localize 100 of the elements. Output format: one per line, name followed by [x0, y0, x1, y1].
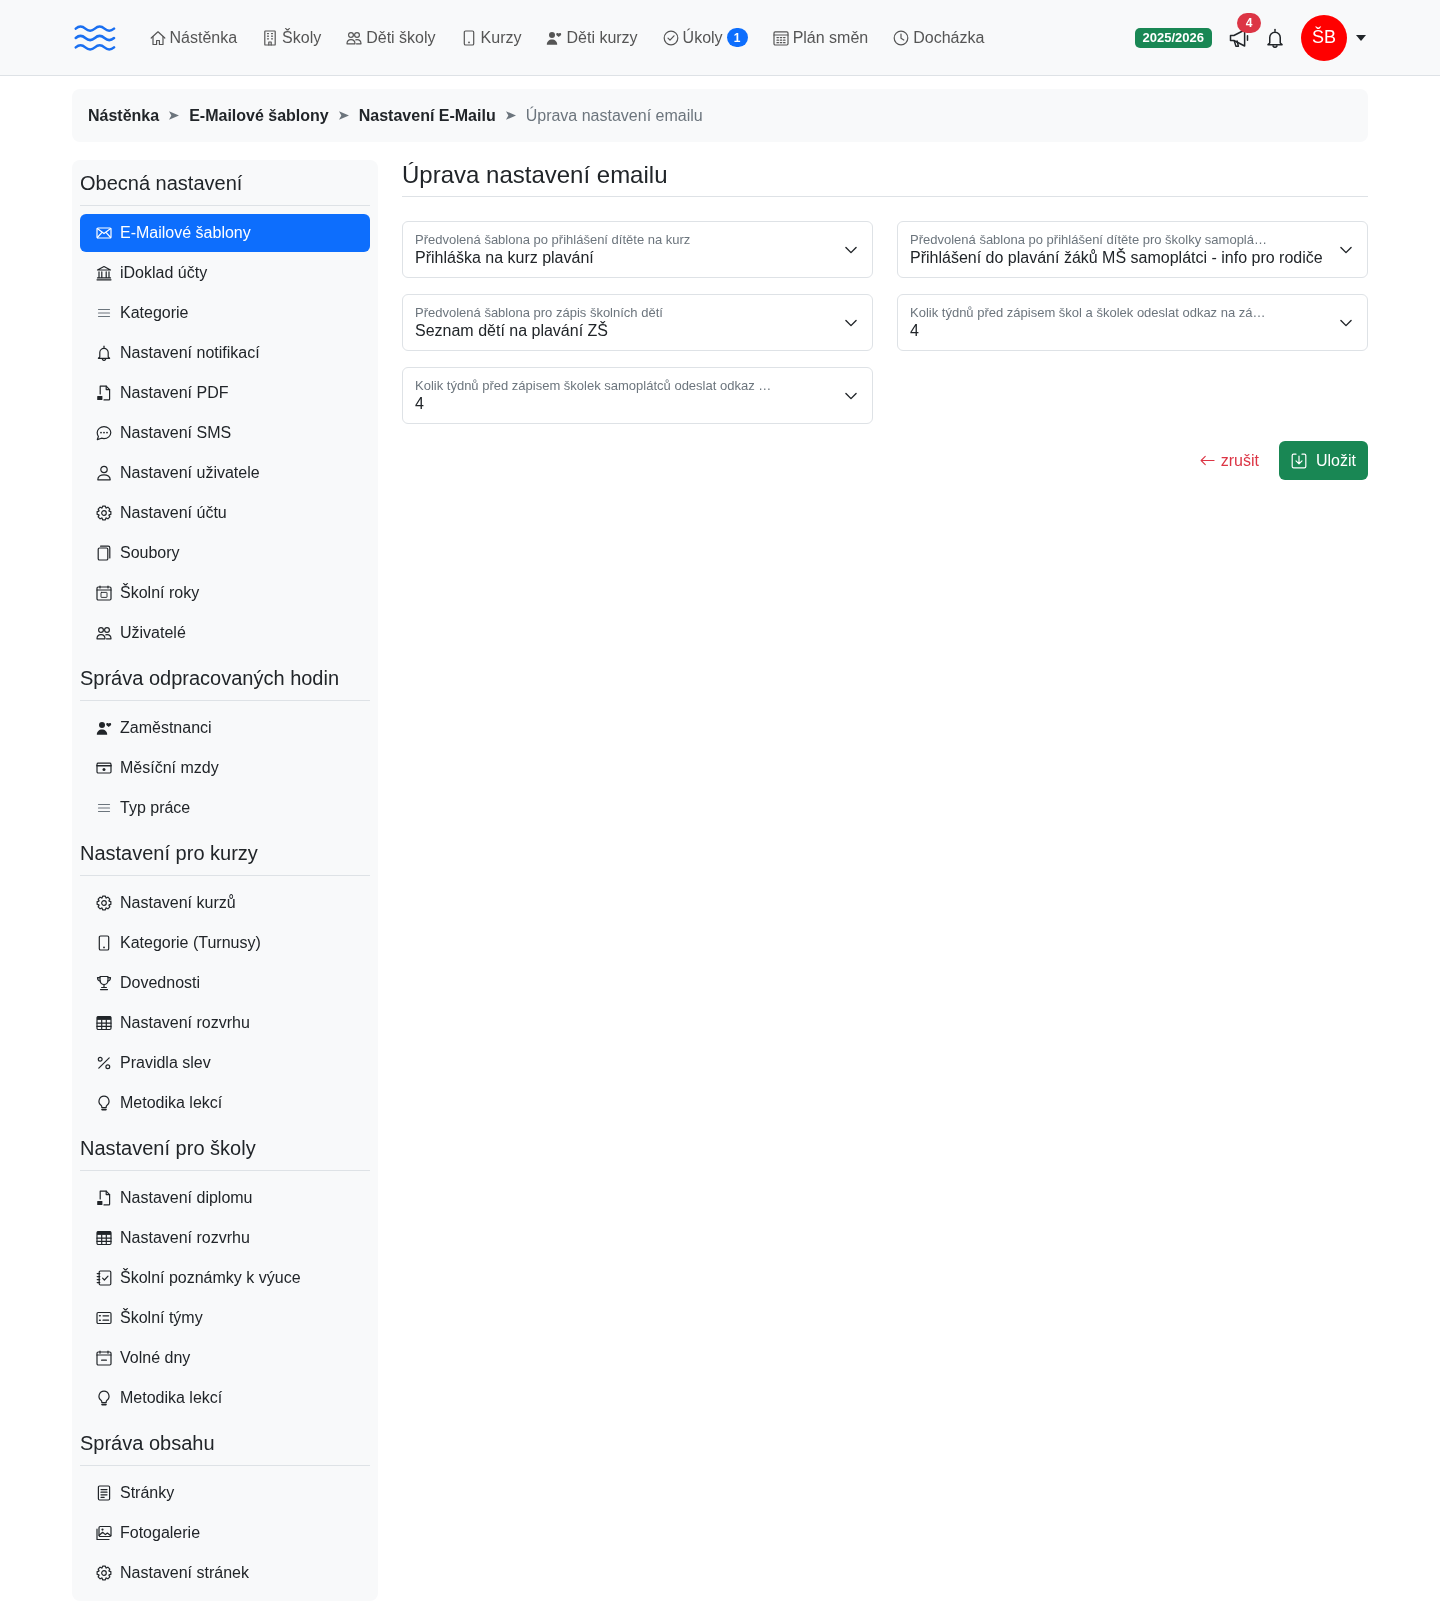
- gear-icon: [96, 1565, 112, 1581]
- sidebar-item[interactable]: Metodika lekcí: [80, 1379, 370, 1417]
- sidebar-item[interactable]: Školní roky: [80, 574, 370, 612]
- sidebar-item[interactable]: Fotogalerie: [80, 1514, 370, 1552]
- breadcrumb-arrow-icon: [505, 110, 516, 121]
- select-field[interactable]: Předvolená šablona po přihlášení dítěte na kurz Přihláška na kurz plavání: [402, 221, 873, 278]
- table-icon: [96, 1230, 112, 1246]
- nav-link[interactable]: Školy: [249, 19, 334, 56]
- breadcrumb-arrow-icon: [169, 110, 180, 121]
- chat-icon: [96, 425, 112, 441]
- field-label: Kolik týdnů před zápisem škol a školek odeslat odkaz na zá…: [910, 304, 1267, 321]
- lightbulb-icon: [96, 1390, 112, 1406]
- calendar-icon: [96, 585, 112, 601]
- sidebar-item[interactable]: Volné dny: [80, 1339, 370, 1377]
- file-icon: [96, 385, 112, 401]
- sidebar-item[interactable]: Školní týmy: [80, 1299, 370, 1337]
- sidebar-item[interactable]: Nastavení stránek: [80, 1554, 370, 1592]
- sidebar-item[interactable]: Typ práce: [80, 789, 370, 827]
- bank-icon: [96, 265, 112, 281]
- clock-icon: [893, 29, 910, 46]
- school-year-badge: 2025/2026: [1134, 27, 1212, 48]
- select-field[interactable]: Kolik týdnů před zápisem škol a školek odeslat odkaz na zá… 4: [897, 294, 1368, 351]
- sidebar-item[interactable]: Nastavení notifikací: [80, 334, 370, 372]
- envelope-icon: [96, 225, 112, 241]
- sidebar-item[interactable]: Nastavení diplomu: [80, 1179, 370, 1217]
- notification-count-badge: 4: [1237, 12, 1261, 33]
- current-page-text: Úprava nastavení emailu: [525, 106, 703, 125]
- select-field[interactable]: Předvolená šablona po přihlášení dítěte pro školky samoplá… Přihlášení do plavání žáků MŠ samoplátci - info pro rodiče: [897, 221, 1368, 278]
- breadcrumb-link[interactable]: Nastavení E-Mailu: [358, 106, 496, 125]
- nav-link[interactable]: Děti školy: [333, 19, 449, 56]
- person-icon: [96, 465, 112, 481]
- field-label: Předvolená šablona po přihlášení dítěte pro školky samoplá…: [910, 231, 1268, 248]
- sidebar-item[interactable]: Nastavení PDF: [80, 374, 370, 412]
- cash-icon: [96, 760, 112, 776]
- sidebar-item[interactable]: Kategorie: [80, 294, 370, 332]
- nav-link[interactable]: Děti kurzy: [534, 19, 651, 56]
- sidebar-item[interactable]: Metodika lekcí: [80, 1084, 370, 1122]
- calendar-minus-icon: [96, 1350, 112, 1366]
- people-icon: [96, 625, 112, 641]
- sidebar-item[interactable]: Nastavení SMS: [80, 414, 370, 452]
- building-icon: [262, 29, 279, 46]
- field-label: Předvolená šablona po přihlášení dítěte na kurz: [415, 231, 692, 248]
- home-icon: [149, 29, 166, 46]
- sidebar-item[interactable]: Dovednosti: [80, 964, 370, 1002]
- sidebar-item[interactable]: Kategorie (Turnusy): [80, 924, 370, 962]
- nav-link[interactable]: Plán směn: [760, 19, 881, 56]
- checklist-icon: [96, 1270, 112, 1286]
- files-icon: [96, 545, 112, 561]
- sidebar-item[interactable]: Měsíční mzdy: [80, 749, 370, 787]
- save-icon: [1291, 452, 1307, 469]
- select-field[interactable]: Předvolená šablona pro zápis školních dětí Seznam dětí na plavání ZŠ: [402, 294, 873, 351]
- select-field[interactable]: Kolik týdnů před zápisem školek samoplátců odeslat odkaz … 4: [402, 367, 873, 424]
- field-label: Kolik týdnů před zápisem školek samoplátců odeslat odkaz …: [415, 377, 773, 394]
- cancel-link[interactable]: zrušit: [1199, 451, 1259, 470]
- sidebar-item[interactable]: Školní poznámky k výuce: [80, 1259, 370, 1297]
- caret-down-icon[interactable]: [1356, 34, 1366, 41]
- nav-link[interactable]: Úkoly 1: [650, 19, 761, 56]
- breadcrumb-link[interactable]: Nástěnka: [88, 106, 160, 125]
- percent-icon: [96, 1055, 112, 1071]
- sidebar-item[interactable]: Nastavení rozvrhu: [80, 1219, 370, 1257]
- images-icon: [96, 1525, 112, 1541]
- sidebar-item[interactable]: Zaměstnanci: [80, 709, 370, 747]
- sidebar-item[interactable]: Uživatelé: [80, 614, 370, 652]
- section-heading: Správa obsahu: [80, 1431, 216, 1455]
- sidebar-item[interactable]: Nastavení uživatele: [80, 454, 370, 492]
- count-badge: 1: [726, 28, 748, 47]
- gear-icon: [96, 505, 112, 521]
- nav-link[interactable]: Kurzy: [448, 19, 534, 56]
- field-label: Předvolená šablona pro zápis školních dětí: [415, 304, 664, 321]
- save-button[interactable]: Uložit: [1279, 441, 1368, 480]
- nav-link[interactable]: Nástěnka: [137, 19, 250, 56]
- check-circle-icon: [662, 29, 679, 46]
- section-heading: Správa odpracovaných hodin: [80, 666, 341, 690]
- bell-icon[interactable]: [1265, 27, 1285, 48]
- bell-icon: [96, 345, 112, 361]
- card-list-icon: [96, 1310, 112, 1326]
- sidebar-item[interactable]: E-Mailové šablony: [80, 214, 370, 252]
- sidebar-item[interactable]: Nastavení účtu: [80, 494, 370, 532]
- sidebar-item[interactable]: Pravidla slev: [80, 1044, 370, 1082]
- sidebar-item[interactable]: Nastavení rozvrhu: [80, 1004, 370, 1042]
- sidebar-item[interactable]: Nastavení kurzů: [80, 884, 370, 922]
- section-heading: Nastavení pro kurzy: [80, 841, 259, 865]
- sidebar-item[interactable]: Soubory: [80, 534, 370, 572]
- person-heart-icon: [546, 29, 563, 46]
- user-avatar[interactable]: ŠB: [1301, 14, 1347, 61]
- sidebar-item[interactable]: iDoklad účty: [80, 254, 370, 292]
- table-icon: [96, 1015, 112, 1031]
- lightbulb-icon: [96, 1095, 112, 1111]
- sidebar-item[interactable]: Stránky: [80, 1474, 370, 1512]
- wave-logo-icon[interactable]: [74, 24, 116, 51]
- tablet-icon: [96, 935, 112, 951]
- section-heading: Obecná nastavení: [80, 171, 244, 195]
- breadcrumb-arrow-icon: [338, 110, 349, 121]
- nav-link[interactable]: Docházka: [880, 19, 997, 56]
- gear-icon: [96, 895, 112, 911]
- trophy-icon: [96, 975, 112, 991]
- calendar-icon: [772, 29, 789, 46]
- section-heading: Nastavení pro školy: [80, 1136, 257, 1160]
- file-icon: [96, 1190, 112, 1206]
- breadcrumb-link[interactable]: E-Mailové šablony: [189, 106, 329, 125]
